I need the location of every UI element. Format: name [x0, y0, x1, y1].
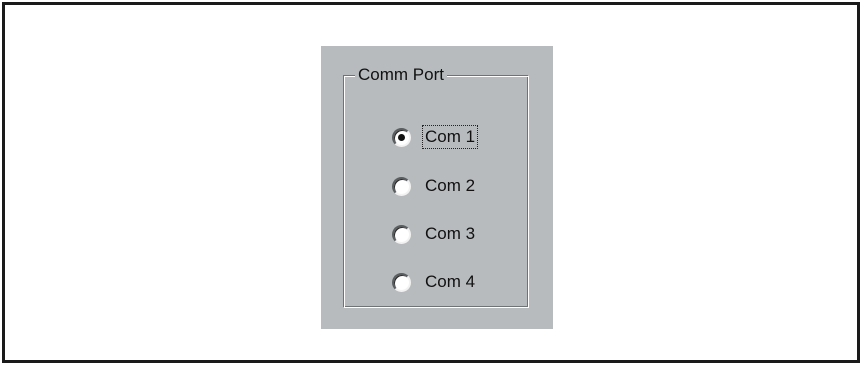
- radio-button-com3[interactable]: [392, 224, 411, 244]
- figure-frame: Comm Port Com 1 Com 2 Com 3 Com 4: [2, 2, 860, 363]
- radio-option-com2[interactable]: Com 2: [392, 173, 478, 199]
- radio-button-com4[interactable]: [392, 272, 411, 292]
- radio-label-com1[interactable]: Com 1: [422, 125, 479, 149]
- radio-label-com3[interactable]: Com 3: [422, 222, 478, 246]
- comm-port-groupbox: Comm Port Com 1 Com 2 Com 3 Com 4: [343, 65, 529, 308]
- radio-option-com1[interactable]: Com 1: [392, 124, 479, 150]
- radio-label-com2[interactable]: Com 2: [422, 174, 478, 198]
- dialog-panel: Comm Port Com 1 Com 2 Com 3 Com 4: [321, 46, 553, 329]
- radio-option-com4[interactable]: Com 4: [392, 269, 478, 295]
- radio-option-com3[interactable]: Com 3: [392, 221, 478, 247]
- groupbox-title: Comm Port: [355, 65, 447, 85]
- radio-button-com1[interactable]: [392, 127, 411, 147]
- radio-button-com2[interactable]: [392, 176, 411, 196]
- radio-selected-dot: [398, 133, 405, 141]
- radio-label-com4[interactable]: Com 4: [422, 270, 478, 294]
